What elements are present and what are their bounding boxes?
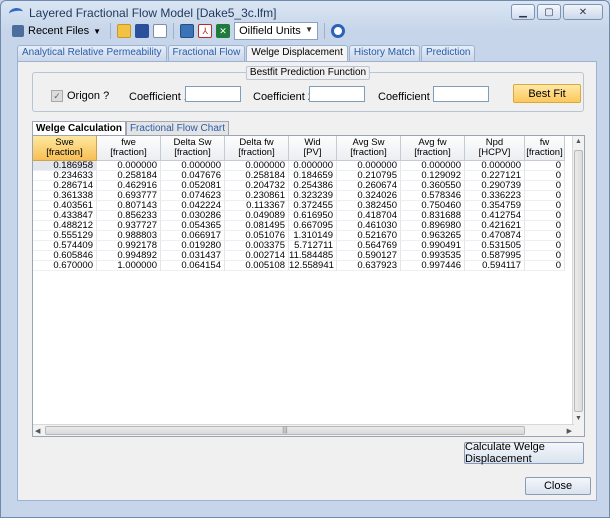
calculate-welge-button[interactable]: Calculate Welge Displacement [464,441,584,465]
grid-header: Swe [fraction] fwe [fraction] Delta Sw [fract… [33,136,565,161]
scroll-up-icon[interactable]: ▲ [575,138,582,145]
excel-icon[interactable]: ✕ [216,24,231,38]
tab-welge-calculation[interactable]: Welge Calculation [32,121,126,136]
origin-checkbox-wrap[interactable]: ✓ Origon ? [51,90,109,102]
app-logo-icon [8,7,24,19]
column-header-unit: [fraction] [526,147,563,158]
column-header[interactable]: fwe [fraction] [97,136,161,161]
recent-files-icon [12,25,24,37]
table-cell[interactable]: 0.064154 [161,261,225,271]
main-window: Layered Fractional Flow Model [Dake5_3c.… [0,0,610,518]
units-select-value: Oilfield Units [239,25,301,37]
vertical-scroll-thumb[interactable] [574,150,583,412]
main-tabs: Analytical Relative Permeability Fractio… [17,45,476,62]
save-icon[interactable] [135,24,150,38]
origin-checkbox[interactable]: ✓ [51,90,63,102]
scroll-right-icon[interactable]: ▶ [567,427,572,435]
minimize-button[interactable]: ▁ [511,4,535,20]
table-cell[interactable]: 1.000000 [97,261,161,271]
column-header-unit: [HCPV] [478,147,511,158]
column-header[interactable]: fw [fraction] [525,136,565,161]
column-header[interactable]: Avg fw [fraction] [401,136,465,161]
scroll-down-icon[interactable]: ▼ [575,415,582,422]
tab-history-match[interactable]: History Match [348,45,420,61]
toolbar-separator [110,23,112,39]
tab-welge-displacement[interactable]: Welge Displacement [246,45,348,62]
monitor-icon[interactable] [180,24,195,38]
new-document-icon[interactable] [153,24,168,38]
close-window-button[interactable]: ✕ [563,4,603,20]
bestfit-group-title: Bestfit Prediction Function [245,66,371,80]
column-header[interactable]: Swe [fraction] [33,136,97,161]
inner-tabs: Welge Calculation Fractional Flow Chart [32,121,229,136]
column-header[interactable]: Wid [PV] [289,136,337,161]
open-folder-icon[interactable] [117,24,132,38]
scroll-left-icon[interactable]: ◀ [35,427,40,435]
coefficient-1-label: Coefficient 1 [129,91,190,103]
bestfit-group: Bestfit Prediction Function ✓ Origon ? C… [32,66,584,112]
units-select[interactable]: Oilfield Units ▼ [234,22,319,40]
vertical-scrollbar[interactable]: ▲ ▼ [572,136,584,436]
table-cell[interactable]: 0.637923 [337,261,401,271]
tab-prediction[interactable]: Prediction [420,45,476,61]
best-fit-button[interactable]: Best Fit [513,84,581,103]
table-cell[interactable]: 0.670000 [33,261,97,271]
column-header[interactable]: Delta Sw [fraction] [161,136,225,161]
close-button[interactable]: Close [525,477,591,495]
table-cell[interactable]: 0 [525,261,565,271]
table-cell[interactable]: 0.005108 [225,261,289,271]
welge-displacement-panel: Bestfit Prediction Function ✓ Origon ? C… [17,61,597,501]
column-header-unit: [fraction] [46,147,83,158]
maximize-button[interactable]: ▢ [537,4,561,20]
pdf-icon[interactable]: ⅄ [198,24,213,38]
horizontal-scroll-thumb[interactable]: ||| [45,426,525,435]
column-header-unit: [fraction] [174,147,211,158]
dropdown-arrow-icon: ▼ [93,26,102,36]
tab-fractional-flow[interactable]: Fractional Flow [167,45,246,61]
column-header[interactable]: Avg Sw [fraction] [337,136,401,161]
column-header-unit: [PV] [303,147,322,158]
column-header-unit: [fraction] [238,147,275,158]
recent-files-menu[interactable]: Recent Files ▼ [9,25,104,37]
chevron-down-icon: ▼ [305,25,314,34]
column-header-unit: [fraction] [110,147,147,158]
table-cell[interactable]: 0.594117 [465,261,525,271]
column-header-unit: [fraction] [350,147,387,158]
column-header[interactable]: Npd [HCPV] [465,136,525,161]
table-cell[interactable]: 12.558941 [289,261,337,271]
welge-calculation-grid[interactable]: Swe [fraction] fwe [fraction] Delta Sw [fract… [32,135,585,437]
coefficient-2-label: Coefficient 2 [253,91,314,103]
coefficient-2-input[interactable] [309,86,365,102]
tab-fractional-flow-chart[interactable]: Fractional Flow Chart [125,121,229,135]
tab-analytical-relative-permeability[interactable]: Analytical Relative Permeability [17,45,167,61]
window-controls: ▁ ▢ ✕ [511,4,603,20]
column-header[interactable]: Delta fw [fraction] [225,136,289,161]
coefficient-3-input[interactable] [433,86,489,102]
toolbar-separator [324,23,326,39]
coefficient-1-input[interactable] [185,86,241,102]
column-header-unit: [fraction] [414,147,451,158]
toolbar: Recent Files ▼ ⅄ ✕ Oilfield Units ▼ [5,21,605,41]
settings-gear-icon[interactable] [331,24,346,38]
toolbar-separator [173,23,175,39]
table-cell[interactable]: 0.997446 [401,261,465,271]
window-title: Layered Fractional Flow Model [Dake5_3c.… [29,6,277,20]
recent-files-label: Recent Files [28,25,90,37]
grid-body: 0.186958 0.000000 0.000000 0.000000 0.000000… [33,161,565,271]
origin-label: Origon ? [67,90,110,102]
horizontal-scrollbar[interactable]: ◀ ||| ▶ [33,424,574,436]
table-row[interactable]: 0.670000 1.000000 0.064154 0.005108 12.55894… [33,261,565,271]
coefficient-3-label: Coefficient 3 [378,91,439,103]
